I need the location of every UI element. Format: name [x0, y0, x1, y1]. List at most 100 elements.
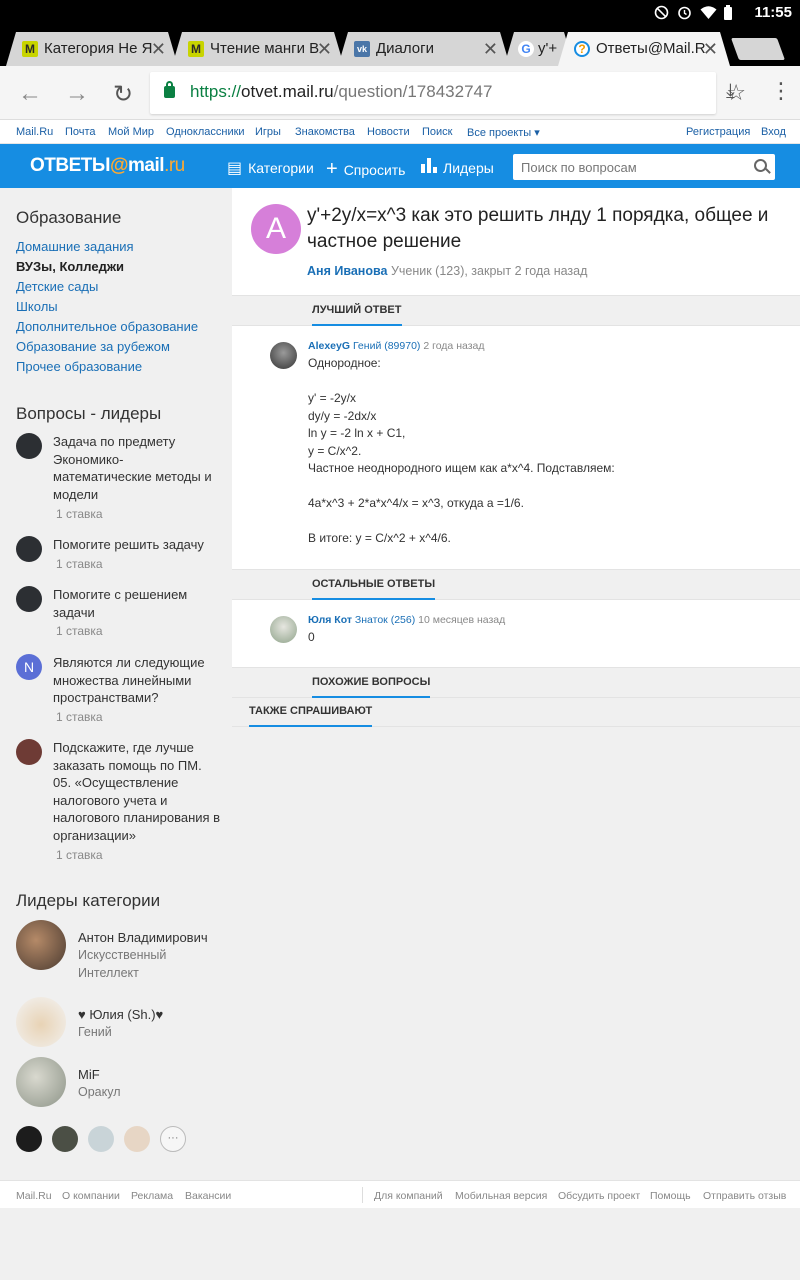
leader-question-item[interactable]: Задача по предмету Экономико-математичес… — [16, 433, 221, 521]
tab-dialogs[interactable]: vk Диалоги ✕ — [338, 32, 510, 66]
more-menu-icon[interactable]: ⋮ — [770, 78, 792, 104]
also-asked-header: ТАКЖЕ СПРАШИВАЮТ — [232, 697, 800, 727]
address-bar[interactable]: https://otvet.mail.ru/question/178432747… — [150, 72, 746, 114]
clock: 11:55 — [754, 4, 792, 21]
leader-question-item[interactable]: Подскажите, где лучше заказать помощь по… — [16, 739, 221, 864]
category-leader-item[interactable]: ♥ Юлия (Sh.)♥ Гений — [16, 997, 226, 1047]
portal-link-all-projects[interactable]: Все проекты ▾ — [467, 126, 540, 139]
stakes-count: 1 ставка — [56, 710, 103, 724]
footer-link-business[interactable]: Для компаний — [374, 1190, 443, 1202]
answerer-avatar[interactable] — [270, 616, 297, 643]
back-arrow-icon[interactable]: ← — [18, 80, 42, 108]
portal-link-mailru[interactable]: Mail.Ru — [16, 126, 53, 138]
nav-categories[interactable]: ▤ Категории — [227, 158, 314, 178]
leader-rank: Искусственный Интеллект — [78, 948, 167, 980]
url-text[interactable]: https://otvet.mail.ru/question/178432747 — [190, 82, 492, 102]
portal-link-search[interactable]: Поиск — [422, 126, 452, 138]
question-favicon-icon: ? — [574, 41, 590, 57]
close-tab-icon[interactable]: ✕ — [703, 39, 718, 60]
answerer-name[interactable]: Юля Кот — [308, 614, 352, 626]
best-answer-label: ЛУЧШИЙ ОТВЕТ — [312, 304, 402, 326]
leader-question-item[interactable]: N Являются ли следующие множества линейн… — [16, 654, 221, 724]
close-tab-icon[interactable]: ✕ — [151, 39, 166, 60]
forward-arrow-icon[interactable]: → — [65, 80, 89, 108]
footer-link-jobs[interactable]: Вакансии — [185, 1190, 231, 1202]
tab-title: Чтение манги В — [210, 40, 320, 57]
leader-avatar — [16, 997, 66, 1047]
reload-icon[interactable]: ↻ — [113, 80, 133, 109]
category-schools[interactable]: Школы — [16, 299, 58, 314]
question-link[interactable]: Являются ли следующие множества линейным… — [53, 654, 221, 707]
leader-name[interactable]: MiF — [78, 1067, 100, 1082]
nav-leaders[interactable]: Лидеры — [421, 158, 494, 178]
portal-link-news[interactable]: Новости — [367, 126, 410, 138]
more-leaders-button[interactable]: ··· — [160, 1126, 186, 1152]
footer-link-feedback[interactable]: Отправить отзыв — [703, 1190, 786, 1202]
asker-avatar[interactable]: А — [251, 204, 301, 254]
leader-avatar[interactable] — [52, 1126, 78, 1152]
category-education-abroad[interactable]: Образование за рубежом — [16, 339, 170, 354]
footer-link-ads[interactable]: Реклама — [131, 1190, 173, 1202]
download-icon[interactable]: ⤓ — [726, 80, 735, 103]
category-additional-education[interactable]: Дополнительное образование — [16, 319, 198, 334]
footer-link-discuss[interactable]: Обсудить проект — [558, 1190, 640, 1202]
asker-name[interactable]: Аня Иванова — [307, 264, 387, 278]
footer-divider — [362, 1187, 363, 1203]
footer-link-mobile[interactable]: Мобильная версия — [455, 1190, 547, 1202]
site-header: ОТВЕТЫ@mail.ru ▤ Категории + Спросить Ли… — [0, 144, 800, 188]
question-link[interactable]: Помогите с решением задачи — [53, 586, 221, 621]
lock-icon — [164, 81, 175, 98]
leader-name[interactable]: ♥ Юлия (Sh.)♥ — [78, 1007, 163, 1022]
register-link[interactable]: Регистрация — [686, 126, 750, 138]
best-answer-header: ЛУЧШИЙ ОТВЕТ — [232, 296, 800, 326]
leader-name[interactable]: Антон Владимирович — [78, 930, 208, 945]
question-link[interactable]: Помогите решить задачу — [53, 536, 221, 554]
manga-favicon-icon: M — [188, 41, 204, 57]
portal-link-dating[interactable]: Знакомства — [295, 126, 355, 138]
question-link[interactable]: Подскажите, где лучше заказать помощь по… — [53, 739, 221, 844]
leader-avatar[interactable] — [16, 1126, 42, 1152]
category-kindergartens[interactable]: Детские сады — [16, 279, 98, 294]
leader-question-item[interactable]: Помогите с решением задачи 1 ставка — [16, 586, 221, 638]
page-body: Образование Домашние задания ВУЗы, Колле… — [0, 188, 800, 1180]
portal-link-mail[interactable]: Почта — [65, 126, 96, 138]
answerer-name[interactable]: AlexeyG — [308, 340, 350, 352]
footer-link-help[interactable]: Помощь — [650, 1190, 691, 1202]
close-tab-icon[interactable]: ✕ — [317, 39, 332, 60]
tab-title: Ответы@Mail.R — [596, 40, 706, 57]
site-logo[interactable]: ОТВЕТЫ@mail.ru — [30, 155, 185, 177]
leader-avatar — [16, 920, 66, 970]
question-card: А y'+2y/x=x^3 как это решить лнду 1 поря… — [232, 188, 800, 296]
tab-manga[interactable]: M Чтение манги В ✕ — [172, 32, 344, 66]
nav-ask[interactable]: + Спросить — [326, 158, 405, 181]
footer-link-mailru[interactable]: Mail.Ru — [16, 1190, 52, 1202]
search-box — [513, 154, 775, 180]
user-avatar: N — [16, 654, 42, 680]
tab-otvety[interactable]: ? Ответы@Mail.R ✕ — [558, 32, 730, 66]
tab-title: Категория Не Я — [44, 40, 153, 57]
category-leader-item[interactable]: Антон Владимирович Искусственный Интелле… — [16, 920, 226, 980]
answerer-avatar[interactable] — [270, 342, 297, 369]
footer-link-about[interactable]: О компании — [62, 1190, 120, 1202]
new-tab-button[interactable] — [730, 38, 786, 60]
category-universities[interactable]: ВУЗы, Колледжи — [16, 259, 124, 274]
leader-questions-title: Вопросы - лидеры — [16, 404, 162, 423]
leader-question-item[interactable]: Помогите решить задачу 1 ставка — [16, 536, 221, 576]
category-other-education[interactable]: Прочее образование — [16, 359, 142, 374]
category-leader-item[interactable]: MiF Оракул — [16, 1057, 226, 1107]
search-input[interactable] — [521, 155, 741, 179]
question-link[interactable]: Задача по предмету Экономико-математичес… — [53, 433, 221, 503]
portal-bar: Mail.Ru Почта Мой Мир Одноклассники Игры… — [0, 120, 800, 144]
category-homework[interactable]: Домашние задания — [16, 239, 134, 254]
login-link[interactable]: Вход — [761, 126, 786, 138]
portal-link-games[interactable]: Игры — [255, 126, 281, 138]
leader-avatar[interactable] — [88, 1126, 114, 1152]
search-icon[interactable] — [754, 159, 767, 172]
portal-link-ok[interactable]: Одноклассники — [166, 126, 245, 138]
user-avatar — [16, 433, 42, 459]
leader-avatar[interactable] — [124, 1126, 150, 1152]
tab-category[interactable]: M Категория Не Я ✕ — [6, 32, 178, 66]
close-tab-icon[interactable]: ✕ — [483, 39, 498, 60]
portal-link-mymir[interactable]: Мой Мир — [108, 126, 154, 138]
question-title: y'+2y/x=x^3 как это решить лнду 1 порядк… — [307, 205, 769, 252]
